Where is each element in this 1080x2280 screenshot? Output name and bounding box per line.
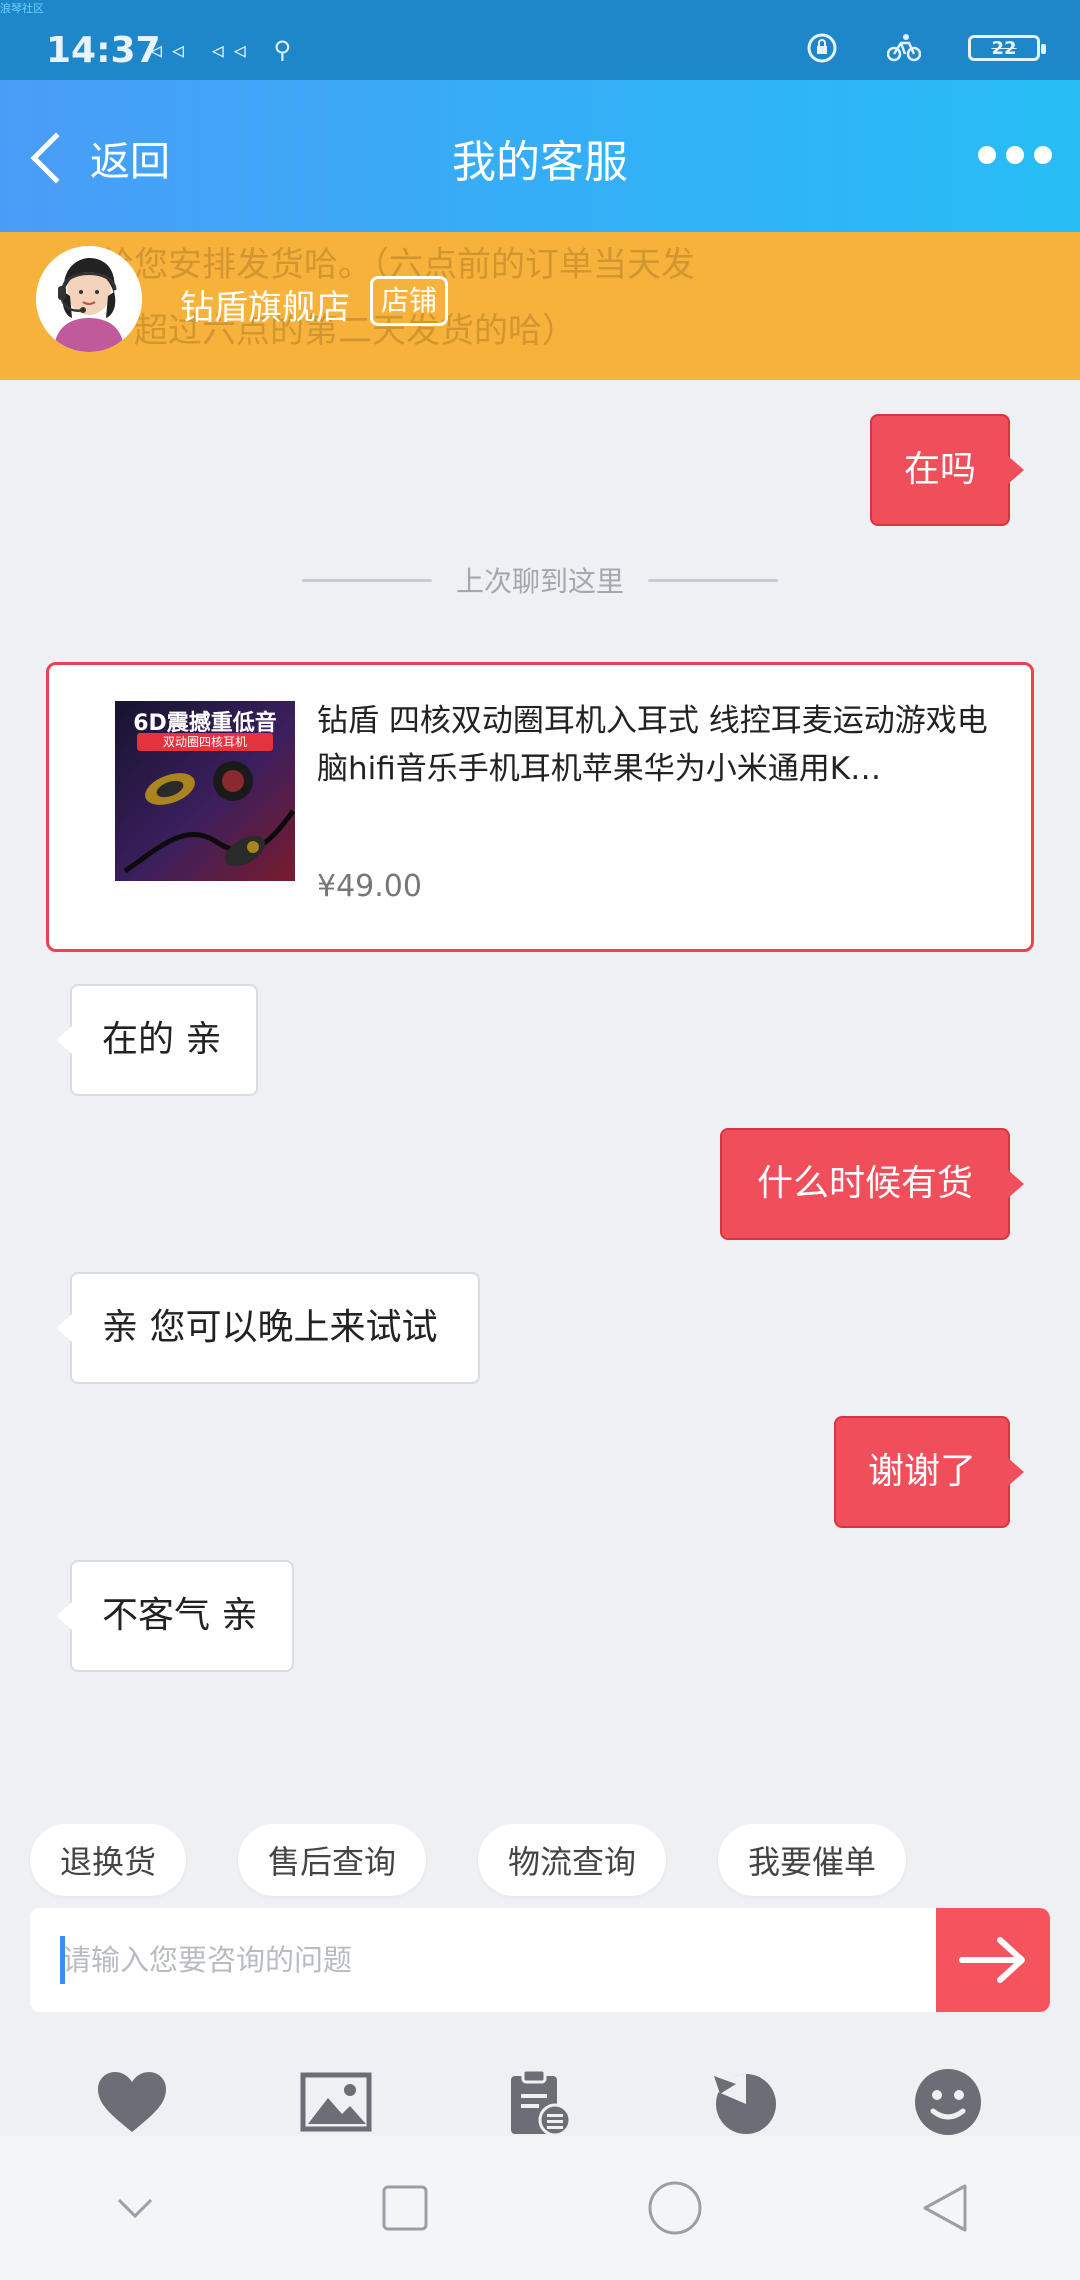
square-icon xyxy=(382,2185,428,2231)
product-title: 钻盾 四核双动圈耳机入耳式 线控耳麦运动游戏电脑hifi音乐手机耳机苹果华为小米… xyxy=(317,703,988,787)
status-time: 14:37 xyxy=(46,30,161,71)
divider-line xyxy=(301,578,432,582)
product-card[interactable]: 6D震撼重低音 双动圈四核耳机 钻盾 四核双动圈耳机入耳式 线控耳麦运动游戏电脑… xyxy=(46,662,1034,952)
circle-icon xyxy=(648,2181,702,2235)
message-bubble-sent: 在吗 xyxy=(870,414,1024,526)
notification-icons: ◃◃ ◃◃ ⚲ xyxy=(150,36,302,64)
more-dot-icon xyxy=(1034,146,1052,164)
product-image: 6D震撼重低音 双动圈四核耳机 xyxy=(115,701,295,881)
divider-line xyxy=(648,578,778,582)
battery-icon: 22 xyxy=(968,35,1046,61)
message-bubble-received: 不客气 亲 xyxy=(56,1560,294,1672)
triangle-back-icon xyxy=(923,2184,967,2232)
bike-mode-icon xyxy=(886,34,922,62)
history-button[interactable] xyxy=(704,2062,784,2142)
quick-reply-bar: 退换货 售后查询 物流查询 我要催单 xyxy=(30,1824,907,1896)
chevron-down-icon xyxy=(117,2198,153,2219)
status-bar: 浪琴社区 14:37 ◃◃ ◃◃ ⚲ 22 xyxy=(0,0,1080,80)
nav-back-button[interactable] xyxy=(905,2168,985,2248)
quick-reply-aftersale[interactable]: 售后查询 xyxy=(238,1824,427,1896)
history-divider: 上次聊到这里 xyxy=(0,560,1080,600)
store-bar: 给您安排发货哈。（六点前的订单当天发 ，超过六点的第二天发货的哈） 钻盾旗舰店 … xyxy=(0,232,1080,380)
message-bubble-received: 亲 您可以晚上来试试 xyxy=(56,1272,480,1384)
emoji-button[interactable] xyxy=(908,2062,988,2142)
message-bubble-sent: 谢谢了 xyxy=(834,1416,1024,1528)
heart-icon xyxy=(98,2072,166,2132)
message-bubble-sent: 什么时候有货 xyxy=(720,1128,1024,1240)
page-title: 我的客服 xyxy=(452,137,628,188)
carrier-label: 浪琴社区 xyxy=(0,2,44,15)
nav-collapse-button[interactable] xyxy=(95,2168,175,2248)
app-header: 返回 我的客服 xyxy=(0,80,1080,232)
order-button[interactable] xyxy=(500,2062,580,2142)
emoji-icon xyxy=(915,2069,981,2135)
quick-reply-return[interactable]: 退换货 xyxy=(30,1824,187,1896)
message-composer xyxy=(30,1908,1050,2012)
earphone-illustration xyxy=(123,761,295,874)
rotation-lock-icon xyxy=(804,33,840,63)
send-button[interactable] xyxy=(936,1908,1050,2012)
product-price: ¥49.00 xyxy=(317,869,422,904)
favorite-button[interactable] xyxy=(92,2062,172,2142)
text-cursor xyxy=(60,1936,65,1984)
arrow-right-icon xyxy=(959,1937,1025,1983)
image-icon xyxy=(300,2072,372,2132)
quick-reply-logistics[interactable]: 物流查询 xyxy=(478,1824,667,1896)
agent-avatar xyxy=(36,246,142,352)
more-dot-icon xyxy=(1006,146,1024,164)
send-image-button[interactable] xyxy=(296,2062,376,2142)
nav-recents-button[interactable] xyxy=(365,2168,445,2248)
quick-reply-urge-order[interactable]: 我要催单 xyxy=(718,1824,907,1896)
history-icon xyxy=(714,2073,776,2134)
message-bubble-received: 在的 亲 xyxy=(56,984,258,1096)
clipboard-icon xyxy=(511,2068,572,2137)
more-options-button[interactable] xyxy=(978,146,1052,164)
system-nav-bar xyxy=(0,2136,1080,2280)
store-button[interactable]: 店铺 xyxy=(370,276,449,326)
more-dot-icon xyxy=(978,146,996,164)
status-icons: 22 xyxy=(804,33,1046,63)
divider-label: 上次聊到这里 xyxy=(455,565,624,598)
message-input[interactable] xyxy=(30,1908,936,2012)
nav-home-button[interactable] xyxy=(635,2168,715,2248)
store-name: 钻盾旗舰店 xyxy=(180,288,350,328)
